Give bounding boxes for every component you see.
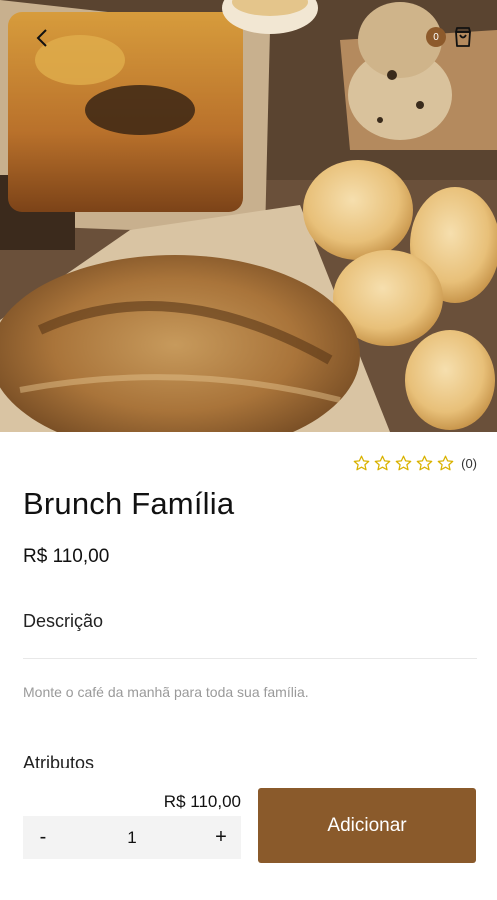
star-icon	[394, 454, 413, 473]
decrease-button[interactable]: -	[23, 816, 63, 859]
back-button[interactable]	[28, 24, 56, 52]
divider	[23, 658, 477, 659]
increase-button[interactable]: +	[201, 816, 241, 859]
attributes-heading: Atributos	[23, 753, 95, 768]
shopping-bag-icon	[455, 27, 471, 47]
subtotal-price: R$ 110,00	[163, 792, 241, 811]
star-icon	[436, 454, 455, 473]
product-title: Brunch Família	[23, 486, 235, 521]
bread-photo	[0, 0, 497, 432]
cart[interactable]: 0	[426, 24, 476, 50]
add-to-cart-button[interactable]: Adicionar	[258, 788, 476, 863]
description-heading: Descrição	[23, 611, 104, 631]
chevron-left-icon	[36, 29, 47, 47]
description-text: Monte o café da manhã para toda sua famí…	[23, 684, 309, 700]
star-icon	[415, 454, 434, 473]
rating-count: (0)	[461, 456, 477, 471]
cart-count-badge: 0	[426, 27, 446, 47]
rating: (0)	[352, 454, 477, 473]
star-icon	[352, 454, 371, 473]
cart-button[interactable]	[450, 24, 476, 50]
quantity-value: 1	[127, 827, 137, 847]
product-price: R$ 110,00	[23, 546, 110, 567]
star-icon	[373, 454, 392, 473]
quantity-stepper: - 1 +	[23, 816, 241, 859]
product-image: 0	[0, 0, 497, 432]
